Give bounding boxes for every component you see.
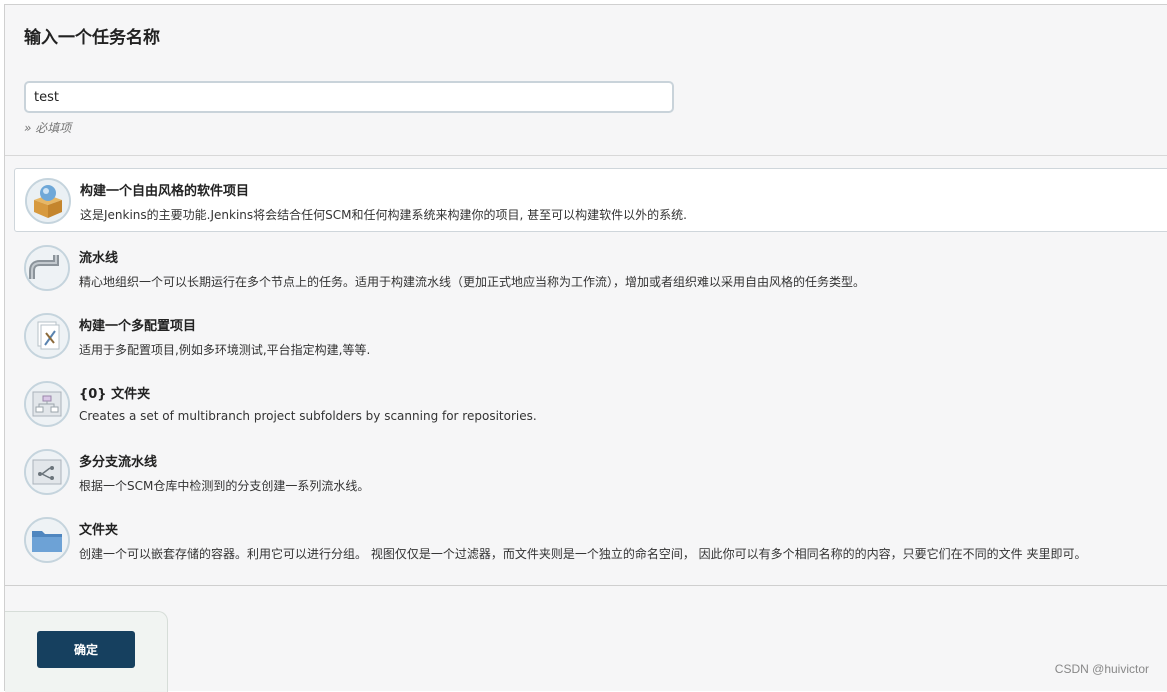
- item-title: 多分支流水线: [79, 455, 158, 470]
- item-title: 流水线: [79, 251, 119, 266]
- item-title: 构建一个多配置项目: [79, 319, 197, 334]
- folder-icon: [24, 517, 70, 563]
- item-type-org-folder[interactable]: {0} 文件夹 Creates a set of multibranch pro…: [14, 372, 1167, 436]
- freestyle-box-icon: [25, 178, 71, 224]
- item-title: 文件夹: [79, 523, 119, 538]
- ok-button[interactable]: 确定: [37, 631, 135, 668]
- item-description: 适用于多配置项目,例如多环境测试,平台指定构建,等等.: [79, 343, 371, 357]
- org-folder-icon: [24, 381, 70, 427]
- item-description: 精心地组织一个可以长期运行在多个节点上的任务。适用于构建流水线（更加正式地应当称…: [79, 275, 866, 289]
- item-name-input[interactable]: [24, 81, 674, 113]
- required-note: » 必填项: [24, 121, 72, 135]
- divider: [5, 155, 1167, 156]
- multi-config-icon: [24, 313, 70, 359]
- item-type-multibranch-pipeline[interactable]: 多分支流水线 根据一个SCM仓库中检测到的分支创建一系列流水线。: [14, 440, 1167, 504]
- item-description: Creates a set of multibranch project sub…: [79, 409, 537, 423]
- item-type-pipeline[interactable]: 流水线 精心地组织一个可以长期运行在多个节点上的任务。适用于构建流水线（更加正式…: [14, 236, 1167, 300]
- item-type-freestyle[interactable]: 构建一个自由风格的软件项目 这是Jenkins的主要功能.Jenkins将会结合…: [14, 168, 1167, 232]
- item-description: 这是Jenkins的主要功能.Jenkins将会结合任何SCM和任何构建系统来构…: [80, 208, 687, 222]
- item-description: 根据一个SCM仓库中检测到的分支创建一系列流水线。: [79, 479, 370, 493]
- multibranch-pipeline-icon: [24, 449, 70, 495]
- item-title: 构建一个自由风格的软件项目: [80, 184, 250, 199]
- pipeline-icon: [24, 245, 70, 291]
- item-type-folder[interactable]: 文件夹 创建一个可以嵌套存储的容器。利用它可以进行分组。 视图仅仅是一个过滤器，…: [14, 508, 1167, 572]
- new-item-page: 输入一个任务名称 » 必填项 构建一个自由风格的软件项目 这是Jenkins的主…: [4, 4, 1167, 692]
- divider: [5, 585, 1167, 586]
- item-description: 创建一个可以嵌套存储的容器。利用它可以进行分组。 视图仅仅是一个过滤器，而文件夹…: [79, 547, 1087, 561]
- watermark: CSDN @huivictor: [1054, 662, 1149, 676]
- page-title: 输入一个任务名称: [24, 28, 160, 48]
- item-title: {0} 文件夹: [79, 387, 151, 402]
- item-type-multi-config[interactable]: 构建一个多配置项目 适用于多配置项目,例如多环境测试,平台指定构建,等等.: [14, 304, 1167, 368]
